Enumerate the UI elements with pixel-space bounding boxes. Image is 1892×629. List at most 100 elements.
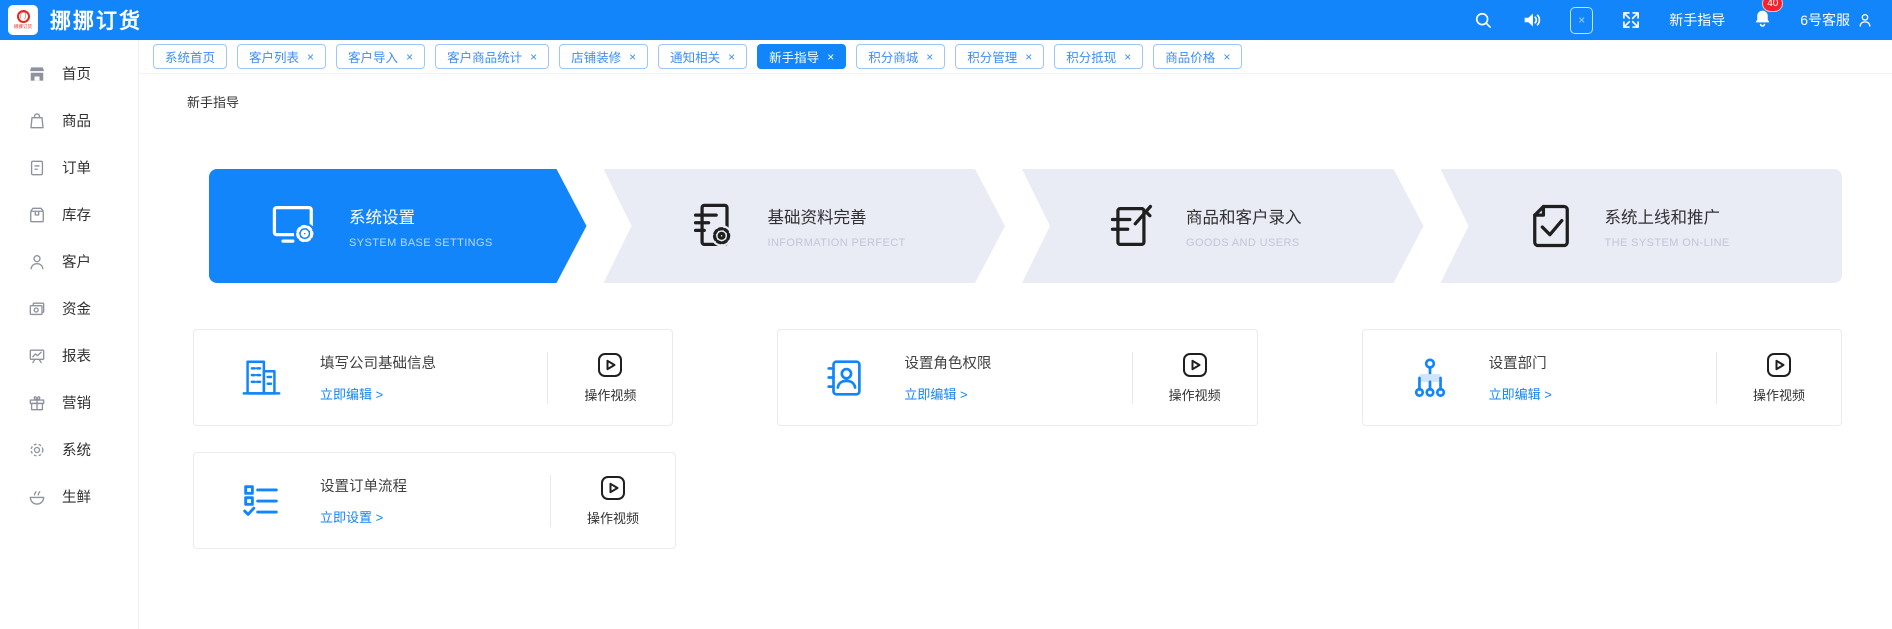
sidebar-item-label: 客户 xyxy=(62,255,91,271)
goods-bag-icon xyxy=(27,111,47,131)
department-orgchart-icon xyxy=(1407,355,1453,401)
video-label: 操作视频 xyxy=(584,388,637,403)
monitor-gear-icon xyxy=(269,200,321,252)
tab-label: 积分管理 xyxy=(967,51,1018,65)
close-icon[interactable]: × xyxy=(728,51,735,63)
user-account[interactable]: 6号客服 xyxy=(1800,10,1874,30)
notification-bell[interactable]: 40 xyxy=(1752,0,1784,34)
tab-bar: 系统首页 客户列表 × 客户导入 × 客户商品统计 × 店铺装修 × 通知相关 × 新手指… xyxy=(139,40,1892,74)
sidebar-item-label: 营销 xyxy=(62,396,91,412)
tab-notification[interactable]: 通知相关 × xyxy=(658,44,748,69)
tab-label: 系统首页 xyxy=(165,51,216,65)
sidebar-item-marketing[interactable]: 营销 xyxy=(0,379,138,426)
breadcrumb: 新手指导 xyxy=(187,95,240,110)
tab-label: 客户列表 xyxy=(249,51,300,65)
close-icon[interactable]: × xyxy=(926,51,933,63)
home-icon xyxy=(27,64,47,84)
edit-now-link[interactable]: 立即编辑 > xyxy=(1489,384,1552,403)
play-video-icon xyxy=(596,351,624,379)
card-role-permission: 设置角色权限 立即编辑 > 操作视频 xyxy=(777,329,1258,426)
sidebar-item-label: 资金 xyxy=(62,302,91,318)
app-logo: 门 挪挪订货 xyxy=(8,5,38,35)
notification-badge: 40 xyxy=(1762,0,1784,12)
app-window-icon[interactable]: × xyxy=(1570,6,1594,34)
sidebar-item-home[interactable]: 首页 xyxy=(0,50,138,97)
logo-text: 挪挪订货 xyxy=(14,24,32,29)
fullscreen-icon[interactable] xyxy=(1620,9,1642,31)
tab-points-manage[interactable]: 积分管理 × xyxy=(955,44,1045,69)
close-icon[interactable]: × xyxy=(827,51,834,63)
step-base-info[interactable]: 基础资料完善 INFORMATION PERFECT xyxy=(604,169,1006,283)
sidebar-item-label: 报表 xyxy=(62,349,91,365)
sidebar-item-inventory[interactable]: 库存 xyxy=(0,191,138,238)
tab-label: 积分抵现 xyxy=(1066,51,1117,65)
system-gear-icon xyxy=(27,440,47,460)
speaker-icon[interactable] xyxy=(1521,9,1543,31)
tab-customer-product-stats[interactable]: 客户商品统计 × xyxy=(435,44,550,69)
card-title: 设置部门 xyxy=(1488,356,1547,372)
tab-system-home[interactable]: 系统首页 xyxy=(153,44,228,69)
setup-now-link[interactable]: 立即设置 > xyxy=(320,507,407,526)
play-video-icon xyxy=(1765,351,1793,379)
step-goods-users[interactable]: 商品和客户录入 GOODS AND USERS xyxy=(1022,169,1424,283)
header-guide-link[interactable]: 新手指导 xyxy=(1669,10,1725,30)
step-system-settings[interactable]: 系统设置 SYSTEM BASE SETTINGS xyxy=(209,169,587,283)
logo-emblem-icon: 门 xyxy=(16,10,30,23)
operation-video-button[interactable]: 操作视频 xyxy=(551,474,675,527)
sidebar: 首页 商品 订单 库存 客户 资金 报表 营销 系统 生鲜 xyxy=(0,40,139,629)
step-subtitle: GOODS AND USERS xyxy=(1186,236,1300,249)
edit-now-link[interactable]: 立即编辑 > xyxy=(904,384,991,403)
tab-points-redeem[interactable]: 积分抵现 × xyxy=(1054,44,1144,69)
tab-label: 客户导入 xyxy=(348,51,399,65)
tab-label: 通知相关 xyxy=(670,51,721,65)
tab-customer-import[interactable]: 客户导入 × xyxy=(336,44,426,69)
operation-video-button[interactable]: 操作视频 xyxy=(1717,351,1841,404)
app-header: 门 挪挪订货 挪挪订货 × 新手指导 40 6号客服 xyxy=(0,0,1892,40)
customer-person-icon xyxy=(27,252,47,272)
document-gear-icon xyxy=(688,200,740,252)
tab-product-price[interactable]: 商品价格 × xyxy=(1153,44,1243,69)
video-label: 操作视频 xyxy=(1168,388,1221,403)
order-doc-icon xyxy=(27,158,47,178)
card-title: 设置订单流程 xyxy=(320,479,407,495)
sidebar-item-label: 系统 xyxy=(62,443,91,459)
user-person-icon xyxy=(1859,14,1871,27)
close-icon[interactable]: × xyxy=(530,51,537,63)
sidebar-item-label: 库存 xyxy=(62,208,91,224)
sidebar-item-customers[interactable]: 客户 xyxy=(0,238,138,285)
close-icon[interactable]: × xyxy=(1223,51,1230,63)
funds-money-icon xyxy=(27,299,47,319)
close-icon[interactable]: × xyxy=(307,51,314,63)
inventory-box-icon xyxy=(27,205,47,225)
tab-points-mall[interactable]: 积分商城 × xyxy=(856,44,946,69)
search-icon[interactable] xyxy=(1472,9,1494,31)
close-icon[interactable]: × xyxy=(1124,51,1131,63)
tab-newbie-guide[interactable]: 新手指导 × xyxy=(757,44,847,69)
sidebar-item-orders[interactable]: 订单 xyxy=(0,144,138,191)
close-icon[interactable]: × xyxy=(406,51,413,63)
document-edit-icon xyxy=(1106,200,1158,252)
close-icon[interactable]: × xyxy=(1025,51,1032,63)
main-content: 新手指导 系统设置 SYSTEM BASE SETTINGS 基础资料完善 IN… xyxy=(139,74,1892,549)
step-title: 基础资料完善 xyxy=(767,208,867,227)
tab-customer-list[interactable]: 客户列表 × xyxy=(237,44,327,69)
edit-now-link[interactable]: 立即编辑 > xyxy=(320,384,436,403)
sidebar-item-fresh[interactable]: 生鲜 xyxy=(0,473,138,520)
sidebar-item-system[interactable]: 系统 xyxy=(0,426,138,473)
task-cards-row-1: 填写公司基础信息 立即编辑 > 操作视频 设置角色权限 立即编辑 > 操作视频 … xyxy=(193,329,1842,426)
sidebar-item-reports[interactable]: 报表 xyxy=(0,332,138,379)
sidebar-item-goods[interactable]: 商品 xyxy=(0,97,138,144)
order-flow-checklist-icon xyxy=(238,478,284,524)
step-title: 商品和客户录入 xyxy=(1186,208,1302,227)
tab-label: 店铺装修 xyxy=(571,51,622,65)
step-title: 系统设置 xyxy=(349,208,415,227)
sidebar-item-funds[interactable]: 资金 xyxy=(0,285,138,332)
step-system-online[interactable]: 系统上线和推广 THE SYSTEM ON-LINE xyxy=(1440,169,1842,283)
operation-video-button[interactable]: 操作视频 xyxy=(1133,351,1257,404)
tab-label: 商品价格 xyxy=(1165,51,1216,65)
operation-video-button[interactable]: 操作视频 xyxy=(548,351,672,404)
tab-shop-decoration[interactable]: 店铺装修 × xyxy=(559,44,649,69)
close-icon[interactable]: × xyxy=(629,51,636,63)
card-order-flow: 设置订单流程 立即设置 > 操作视频 xyxy=(193,452,676,549)
sidebar-item-label: 生鲜 xyxy=(62,490,91,506)
